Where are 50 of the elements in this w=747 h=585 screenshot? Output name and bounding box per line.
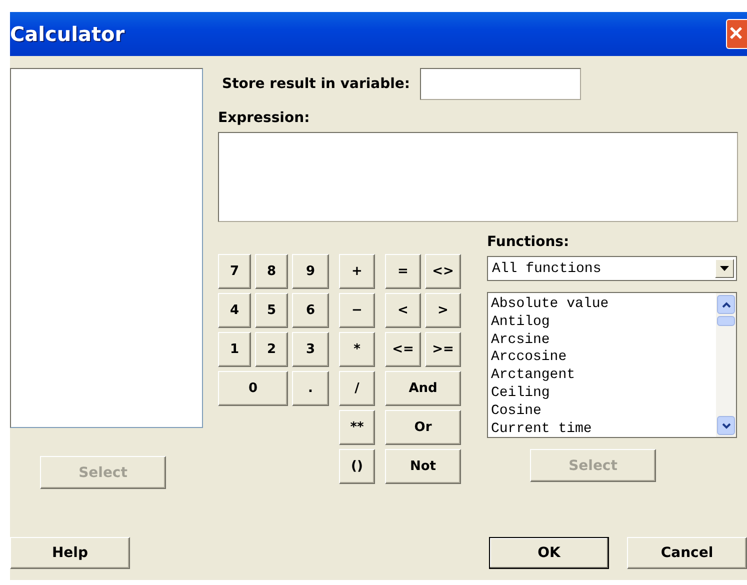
keypad-button[interactable]: 0 [218, 371, 288, 406]
functions-list[interactable]: Absolute value Antilog Arcsine Arccosine Arctangent Ceiling Cosine Current time [487, 292, 737, 438]
scroll-down-icon[interactable] [717, 416, 735, 435]
variable-field[interactable] [420, 68, 582, 100]
keypad-button[interactable]: 1 [218, 332, 251, 367]
keypad-button[interactable]: ** [339, 410, 375, 445]
keypad-button[interactable]: − [339, 293, 375, 328]
keypad-button[interactable]: . [292, 371, 329, 406]
list-item[interactable]: Arcsine [491, 332, 716, 350]
keypad-button[interactable]: 9 [292, 254, 329, 289]
keypad-button[interactable]: >= [425, 332, 461, 367]
list-item[interactable]: Absolute value [491, 296, 716, 314]
list-item[interactable]: Cosine [491, 402, 716, 421]
keypad-button[interactable]: 5 [255, 293, 288, 328]
keypad-button[interactable]: 4 [218, 293, 251, 328]
list-item[interactable]: Arccosine [491, 349, 716, 368]
list-item[interactable]: Current time [491, 420, 716, 438]
dialog-button[interactable]: OK [489, 537, 609, 569]
keypad-button[interactable]: * [339, 332, 375, 367]
keypad-button[interactable]: + [339, 254, 375, 289]
scroll-thumb[interactable] [717, 316, 735, 326]
keypad-button[interactable]: Not [385, 449, 461, 484]
keypad-button[interactable]: 7 [218, 254, 251, 289]
expression-field[interactable] [218, 132, 738, 222]
keypad-button[interactable]: / [339, 371, 375, 406]
keypad-button[interactable]: <> [425, 254, 461, 289]
keypad-button[interactable]: < [385, 293, 421, 328]
scroll-bar[interactable] [716, 293, 736, 437]
list-item[interactable]: Ceiling [491, 384, 716, 403]
dialog-button[interactable]: Cancel [627, 537, 747, 569]
field-label: Functions: [487, 234, 570, 250]
functions-dropdown[interactable]: All functions [487, 256, 737, 281]
close-button[interactable]: × [726, 19, 747, 49]
keypad-button[interactable]: 6 [292, 293, 329, 328]
field-label: Store result in variable: [222, 76, 410, 92]
keypad-button[interactable]: And [385, 371, 461, 406]
keypad-button[interactable]: () [339, 449, 375, 484]
list-item[interactable]: Arctangent [491, 367, 716, 385]
keypad-button[interactable]: = [385, 254, 421, 289]
keypad-button[interactable]: > [425, 293, 461, 328]
keypad-button[interactable]: 3 [292, 332, 329, 367]
dialog-button[interactable]: Help [10, 537, 130, 569]
list-item[interactable]: Antilog [491, 314, 716, 332]
keypad-button[interactable]: 2 [255, 332, 288, 367]
keypad-button[interactable]: 8 [255, 254, 288, 289]
window-title: Calculator [10, 22, 125, 46]
field-label: Expression: [218, 110, 311, 126]
scroll-up-icon[interactable] [717, 295, 735, 314]
keypad-button[interactable]: <= [385, 332, 421, 367]
keypad-button[interactable]: Or [385, 410, 461, 445]
